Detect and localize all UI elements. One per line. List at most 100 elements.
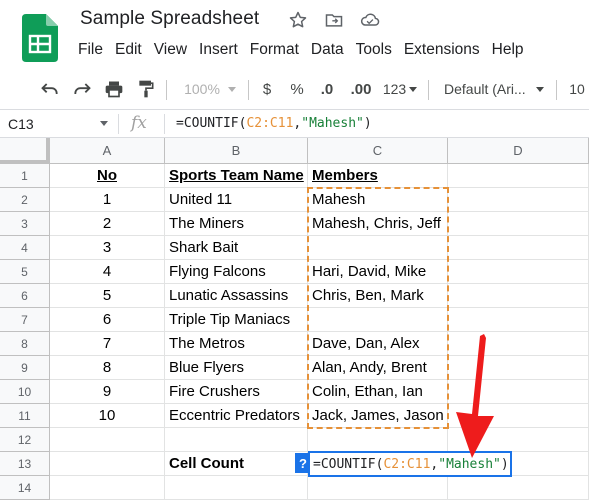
paint-format-icon[interactable] bbox=[132, 68, 160, 110]
chevron-down-icon[interactable] bbox=[100, 121, 108, 126]
cell-no[interactable]: 4 bbox=[50, 260, 165, 284]
header-cell-team[interactable]: Sports Team Name bbox=[165, 164, 308, 188]
toolbar-divider bbox=[556, 80, 557, 100]
row-header[interactable]: 14 bbox=[0, 476, 50, 500]
header-cell-members[interactable]: Members bbox=[308, 164, 448, 188]
cell[interactable] bbox=[50, 476, 165, 500]
cell[interactable] bbox=[448, 260, 589, 284]
decrease-decimal-button[interactable]: .0 bbox=[314, 68, 340, 110]
cell-team[interactable]: Eccentric Predators bbox=[165, 404, 308, 428]
cell-no[interactable]: 2 bbox=[50, 212, 165, 236]
column-header-a[interactable]: A bbox=[50, 138, 165, 164]
cell-members[interactable]: Mahesh, Chris, Jeff bbox=[308, 212, 448, 236]
header-cell-no[interactable]: No bbox=[50, 164, 165, 188]
name-box[interactable]: C13 bbox=[8, 116, 34, 132]
font-size-input[interactable]: 10 bbox=[566, 68, 588, 110]
undo-icon[interactable] bbox=[36, 68, 64, 110]
cell[interactable] bbox=[448, 164, 589, 188]
cell-team[interactable]: Fire Crushers bbox=[165, 380, 308, 404]
menu-extensions[interactable]: Extensions bbox=[398, 40, 486, 60]
cell[interactable] bbox=[308, 428, 448, 452]
menu-tools[interactable]: Tools bbox=[350, 40, 398, 60]
formula-suffix: ) bbox=[363, 116, 372, 131]
redo-icon[interactable] bbox=[68, 68, 96, 110]
row-header[interactable]: 1 bbox=[0, 164, 50, 188]
row-header[interactable]: 11 bbox=[0, 404, 50, 428]
cell-members[interactable]: Jack, James, Jason bbox=[308, 404, 448, 428]
print-icon[interactable] bbox=[100, 68, 128, 110]
cell[interactable] bbox=[165, 428, 308, 452]
cell-members[interactable]: Dave, Dan, Alex bbox=[308, 332, 448, 356]
cloud-saved-icon[interactable] bbox=[358, 8, 382, 32]
percent-format-button[interactable]: % bbox=[286, 68, 308, 110]
row-header[interactable]: 6 bbox=[0, 284, 50, 308]
document-title[interactable]: Sample Spreadsheet bbox=[80, 8, 259, 30]
cell[interactable] bbox=[308, 476, 448, 500]
menu-edit[interactable]: Edit bbox=[109, 40, 148, 60]
cell-team[interactable]: United 11 bbox=[165, 188, 308, 212]
cell-team[interactable]: Triple Tip Maniacs bbox=[165, 308, 308, 332]
more-formats-button[interactable]: 123 bbox=[380, 68, 420, 110]
cell-team[interactable]: Blue Flyers bbox=[165, 356, 308, 380]
cell[interactable] bbox=[448, 308, 589, 332]
cell-members[interactable]: Hari, David, Mike bbox=[308, 260, 448, 284]
menu-help[interactable]: Help bbox=[486, 40, 530, 60]
cell-members[interactable]: Colin, Ethan, Ian bbox=[308, 380, 448, 404]
cell[interactable] bbox=[50, 452, 165, 476]
cell-no[interactable]: 3 bbox=[50, 236, 165, 260]
row-header[interactable]: 9 bbox=[0, 356, 50, 380]
font-select[interactable]: Default (Ari... bbox=[440, 68, 548, 110]
cell-no[interactable]: 1 bbox=[50, 188, 165, 212]
cell-members[interactable]: Mahesh bbox=[308, 188, 448, 212]
row-header[interactable]: 2 bbox=[0, 188, 50, 212]
row-header[interactable]: 7 bbox=[0, 308, 50, 332]
menu-format[interactable]: Format bbox=[244, 40, 305, 60]
cell[interactable] bbox=[50, 428, 165, 452]
cell-team[interactable]: Lunatic Assassins bbox=[165, 284, 308, 308]
cell-members[interactable]: Chris, Ben, Mark bbox=[308, 284, 448, 308]
cell-team[interactable]: Shark Bait bbox=[165, 236, 308, 260]
row-header[interactable]: 3 bbox=[0, 212, 50, 236]
cell-members[interactable] bbox=[308, 236, 448, 260]
cell-team[interactable]: Flying Falcons bbox=[165, 260, 308, 284]
cell-no[interactable]: 5 bbox=[50, 284, 165, 308]
menu-file[interactable]: File bbox=[72, 40, 109, 60]
cell[interactable] bbox=[165, 476, 308, 500]
currency-format-button[interactable]: $ bbox=[256, 68, 278, 110]
cell[interactable] bbox=[448, 188, 589, 212]
row-header[interactable]: 10 bbox=[0, 380, 50, 404]
row-header[interactable]: 4 bbox=[0, 236, 50, 260]
cell[interactable] bbox=[448, 284, 589, 308]
row-header[interactable]: 13 bbox=[0, 452, 50, 476]
cell-members[interactable] bbox=[308, 308, 448, 332]
cell[interactable] bbox=[448, 212, 589, 236]
select-all-corner[interactable] bbox=[0, 138, 50, 164]
move-to-folder-icon[interactable] bbox=[322, 8, 346, 32]
row-header[interactable]: 8 bbox=[0, 332, 50, 356]
menu-data[interactable]: Data bbox=[305, 40, 350, 60]
cell-no[interactable]: 9 bbox=[50, 380, 165, 404]
sheets-logo-icon[interactable] bbox=[22, 14, 58, 62]
formula-input[interactable]: =COUNTIF(C2:C11,"Mahesh") bbox=[176, 116, 372, 131]
cell-no[interactable]: 8 bbox=[50, 356, 165, 380]
cell[interactable] bbox=[448, 476, 589, 500]
column-header-d[interactable]: D bbox=[448, 138, 589, 164]
cell[interactable] bbox=[448, 236, 589, 260]
column-header-c[interactable]: C bbox=[308, 138, 448, 164]
zoom-select[interactable]: 100% bbox=[178, 68, 242, 110]
cell-no[interactable]: 10 bbox=[50, 404, 165, 428]
cell-team[interactable]: The Metros bbox=[165, 332, 308, 356]
row-header[interactable]: 5 bbox=[0, 260, 50, 284]
increase-decimal-button[interactable]: .00 bbox=[346, 68, 376, 110]
menu-view[interactable]: View bbox=[148, 40, 193, 60]
toolbar-divider bbox=[166, 80, 167, 100]
cell-no[interactable]: 6 bbox=[50, 308, 165, 332]
column-header-b[interactable]: B bbox=[165, 138, 308, 164]
menu-insert[interactable]: Insert bbox=[193, 40, 244, 60]
star-icon[interactable] bbox=[286, 8, 310, 32]
cell-count-label[interactable]: Cell Count bbox=[165, 452, 308, 476]
row-header[interactable]: 12 bbox=[0, 428, 50, 452]
cell-members[interactable]: Alan, Andy, Brent bbox=[308, 356, 448, 380]
cell-team[interactable]: The Miners bbox=[165, 212, 308, 236]
cell-no[interactable]: 7 bbox=[50, 332, 165, 356]
